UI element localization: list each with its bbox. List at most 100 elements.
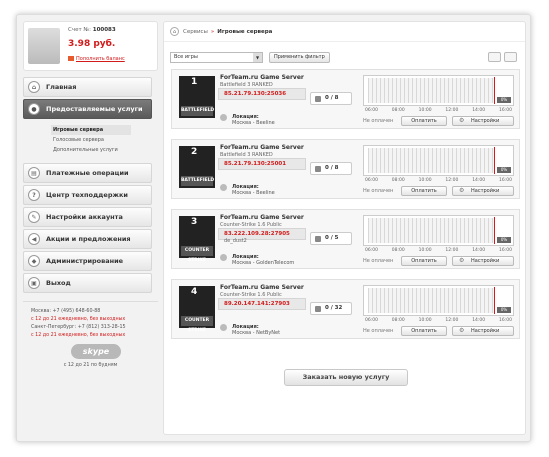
server-ip[interactable]: 83.222.109.28:27905 (224, 231, 290, 237)
server-title: ForTeam.ru Game Server (220, 214, 304, 221)
nav-label: Центр техподдержки (46, 191, 128, 199)
graph-bars (368, 148, 495, 173)
game-art-label: BATTLEFIELD (181, 176, 214, 186)
graph-now-line (494, 147, 495, 174)
wallet-icon: ▤ (28, 167, 40, 179)
nav-label: Акции и предложения (46, 235, 131, 243)
sidebar: Счет №: 100083 3.98 руб. Пополнить балан… (23, 21, 158, 435)
graph-now-line (494, 287, 495, 314)
home-icon: ⌂ (28, 81, 40, 93)
nav-item-home[interactable]: ⌂ Главная (23, 77, 152, 97)
megaphone-icon: ◀ (28, 233, 40, 245)
game-thumbnail: 1 BATTLEFIELD (179, 76, 215, 118)
server-ip[interactable]: 89.20.147.141:27903 (224, 301, 290, 307)
time-label: 08:00 (391, 178, 405, 183)
account-number-label: Счет №: (68, 27, 91, 33)
topup-link[interactable]: Пополнить баланс (68, 56, 125, 62)
contact-spb: Санкт-Петербург: +7 (812) 313-28-15 (31, 325, 126, 330)
status-dot-icon (220, 114, 227, 121)
breadcrumb-parent[interactable]: Сервисы (183, 29, 208, 35)
status-dot-icon (220, 254, 227, 261)
subnav-item-game-servers[interactable]: Игровые сервера (51, 125, 131, 135)
time-label: 16:00 (498, 318, 512, 323)
nav-item-services[interactable]: ● Предоставляемые услуги (23, 99, 152, 119)
server-card: 2 BATTLEFIELD ForTeam.ru Game Server Bat… (171, 139, 520, 199)
location: Локация: Москва - Beeline (220, 114, 275, 126)
grid-view-icon[interactable] (504, 52, 517, 62)
nav-label: Настройки аккаунта (46, 213, 123, 221)
skype-logo[interactable]: skype (71, 344, 121, 359)
nav-label: Главная (46, 83, 77, 91)
order-service-button[interactable]: Заказать новую услугу (284, 369, 408, 386)
slots-indicator: 0 / 32 (310, 302, 352, 315)
time-label: 14:00 (472, 318, 486, 323)
subnav-item-extra-services[interactable]: Дополнительные услуги (53, 145, 152, 155)
nav-item-account-settings[interactable]: ✎ Настройки аккаунта (23, 207, 152, 227)
payment-status: Не оплачен (363, 188, 394, 194)
location-value: Москва - GoldenTelecom (232, 260, 295, 266)
time-label: 10:00 (418, 248, 432, 253)
nav-item-promotions[interactable]: ◀ Акции и предложения (23, 229, 152, 249)
graph-time-axis: 06:00 08:00 10:00 12:00 14:00 16:00 (363, 318, 514, 323)
pay-button[interactable]: Оплатить (401, 116, 447, 126)
server-card: 3 COUNTER STRIKE ForTeam.ru Game Server … (171, 209, 520, 269)
payment-status: Не оплачен (363, 328, 394, 334)
time-label: 14:00 (472, 178, 486, 183)
time-label: 14:00 (472, 248, 486, 253)
nav-item-logout[interactable]: ▣ Выход (23, 273, 152, 293)
server-number: 3 (191, 217, 198, 227)
settings-button[interactable]: Настройки (452, 326, 514, 336)
payment-status: Не оплачен (363, 258, 394, 264)
graph-bars (368, 288, 495, 313)
server-ip[interactable]: 85.21.79.130:25001 (224, 161, 286, 167)
time-label: 16:00 (498, 108, 512, 113)
nav-item-support[interactable]: ? Центр техподдержки (23, 185, 152, 205)
slots-indicator: 0 / 5 (310, 232, 352, 245)
server-card: 1 BATTLEFIELD ForTeam.ru Game Server Bat… (171, 69, 520, 129)
graph-percent: 0% (497, 237, 511, 243)
balance: 3.98 руб. (68, 39, 116, 49)
pay-button[interactable]: Оплатить (401, 186, 447, 196)
server-info: ForTeam.ru Game Server Battlefield 3 RAN… (218, 144, 355, 196)
settings-button[interactable]: Настройки (452, 116, 514, 126)
account-number: 100083 (92, 27, 116, 33)
game-filter-select[interactable]: Все игры (170, 52, 263, 63)
server-ip[interactable]: 85.21.79.130:25036 (224, 91, 286, 97)
server-title: ForTeam.ru Game Server (220, 284, 304, 291)
account-number-row: Счет №: 100083 (68, 27, 116, 33)
list-view-icon[interactable] (488, 52, 501, 62)
nav-item-admin[interactable]: ◆ Администрирование (23, 251, 152, 271)
pay-button[interactable]: Оплатить (401, 256, 447, 266)
breadcrumb-current: Игровые сервера (217, 28, 273, 35)
subnav-item-voice-servers[interactable]: Голосовые сервера (53, 135, 152, 145)
logo (28, 28, 60, 64)
graph-time-axis: 06:00 08:00 10:00 12:00 14:00 16:00 (363, 178, 514, 183)
time-label: 08:00 (391, 248, 405, 253)
server-card: 4 COUNTER STRIKE ForTeam.ru Game Server … (171, 279, 520, 339)
payment-status: Не оплачен (363, 118, 394, 124)
main-nav: ⌂ Главная ● Предоставляемые услуги Игровые… (23, 77, 152, 293)
home-icon[interactable]: ⌂ (170, 27, 179, 36)
server-map: de_dust2 (224, 238, 247, 244)
time-label: 12:00 (445, 318, 459, 323)
game-thumbnail: 3 COUNTER STRIKE (179, 216, 215, 263)
view-toggle (488, 52, 517, 62)
page-frame: Счет №: 100083 3.98 руб. Пополнить балан… (16, 14, 531, 442)
apply-filter-button[interactable]: Применить фильтр (269, 52, 330, 63)
game-art-label: BATTLEFIELD (181, 106, 214, 116)
time-label: 06:00 (365, 108, 378, 113)
settings-button[interactable]: Настройки (452, 256, 514, 266)
slots-indicator: 0 / 8 (310, 162, 352, 175)
nav-label: Выход (46, 279, 71, 287)
time-label: 10:00 (418, 108, 432, 113)
nav-item-payments[interactable]: ▤ Платежные операции (23, 163, 152, 183)
settings-button[interactable]: Настройки (452, 186, 514, 196)
subnav: Игровые сервера Голосовые сервера Дополн… (23, 121, 152, 163)
server-title: ForTeam.ru Game Server (220, 144, 304, 151)
time-label: 06:00 (365, 178, 378, 183)
load-graph: 0% (363, 285, 514, 316)
time-label: 06:00 (365, 318, 378, 323)
lock-icon: ▣ (28, 277, 40, 289)
pay-button[interactable]: Оплатить (401, 326, 447, 336)
load-graph: 0% (363, 145, 514, 176)
